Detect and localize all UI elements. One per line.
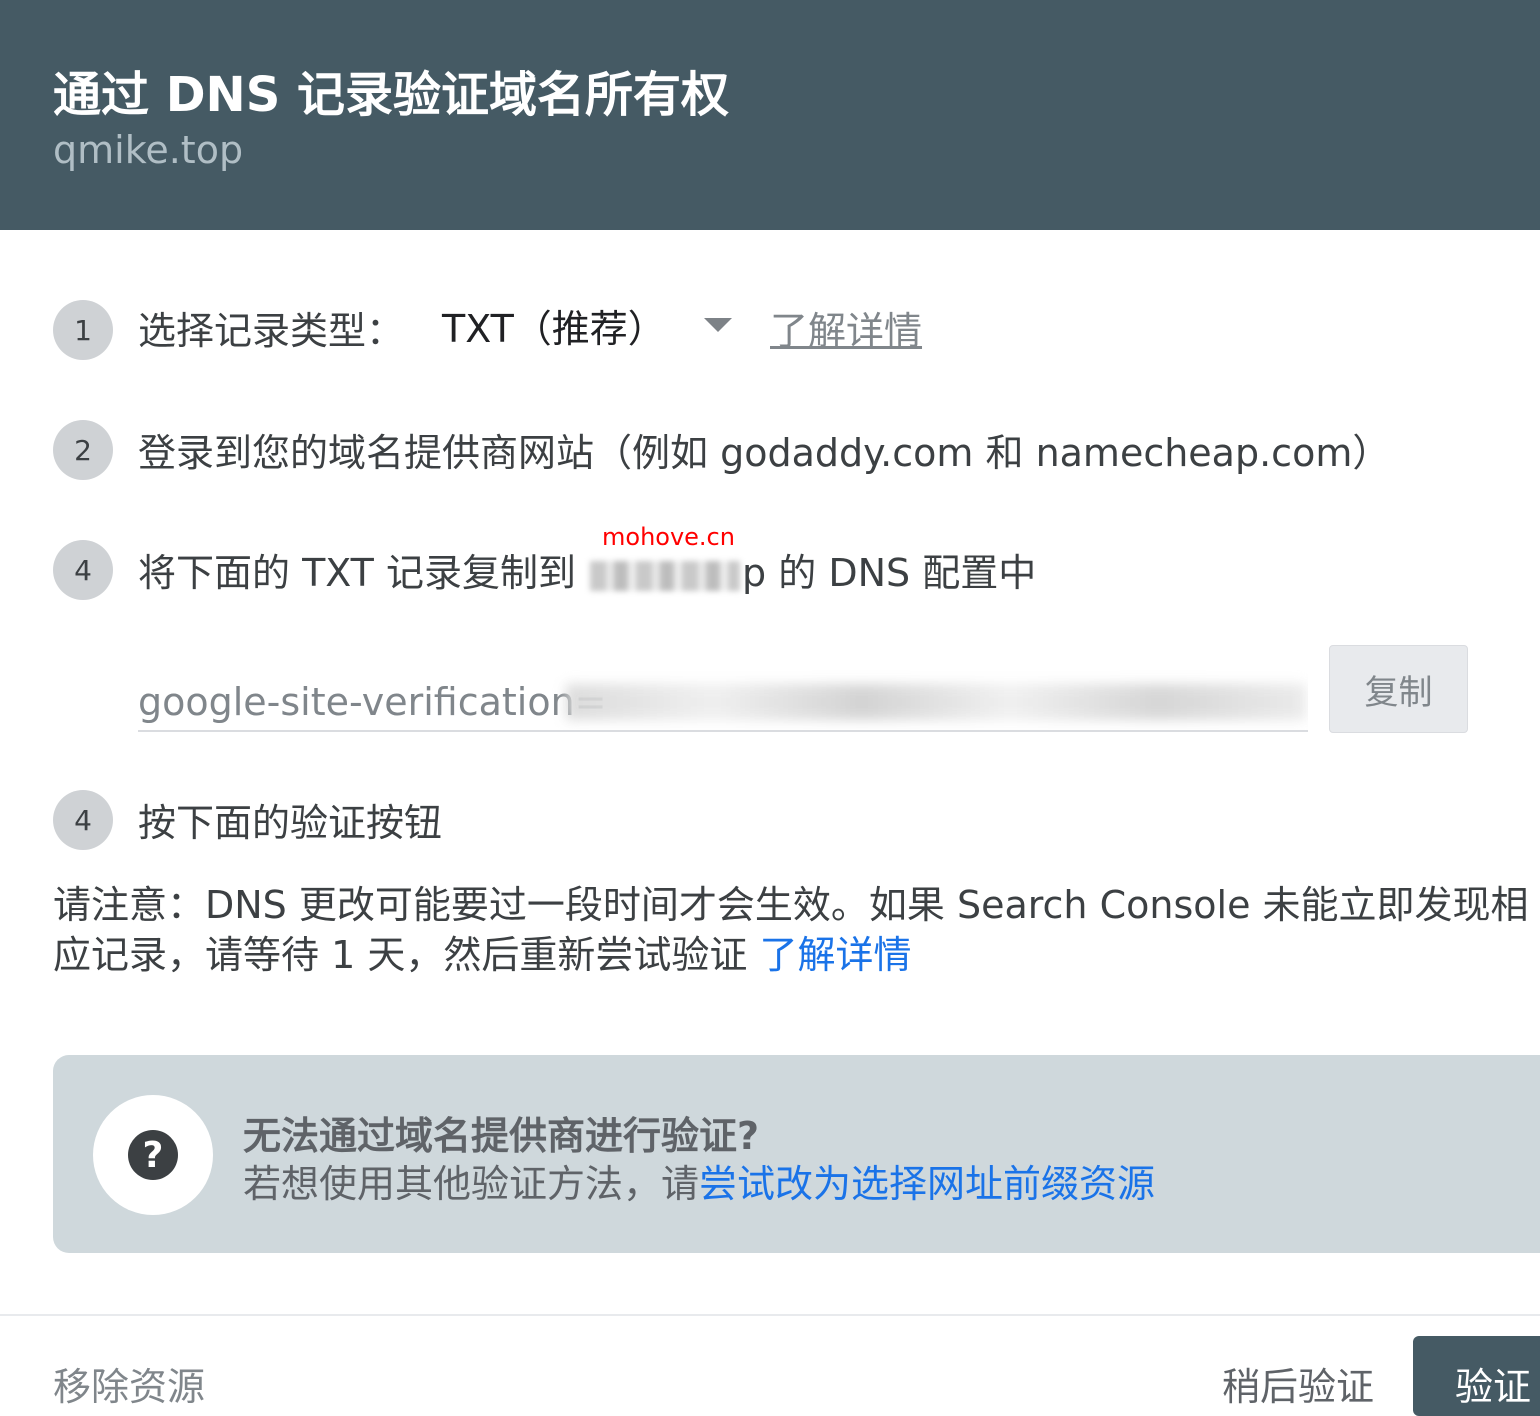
domain-subtitle: qmike.top: [53, 128, 244, 172]
watermark: mohove.cn: [602, 523, 735, 551]
step-2-label: 登录到您的域名提供商网站（例如 godaddy.com 和 namecheap.…: [138, 431, 1391, 475]
step-3-label: 将下面的 TXT 记录复制到 p 的 DNS 配置中: [138, 542, 1036, 597]
question-mark-icon: ?: [128, 1130, 178, 1180]
dns-delay-note: 请注意：DNS 更改可能要过一段时间才会生效。如果 Search Console…: [53, 880, 1540, 980]
step-4-label: 按下面的验证按钮: [138, 801, 443, 845]
step-3-label-before: 将下面的 TXT 记录复制到: [138, 551, 576, 595]
txt-record-prefix: google-site-verification=: [138, 680, 607, 724]
note-learn-more-link[interactable]: 了解详情: [759, 933, 911, 977]
url-prefix-link[interactable]: 尝试改为选择网址前缀资源: [699, 1162, 1155, 1206]
step-number-4: 4: [53, 790, 113, 850]
help-body-text: 若想使用其他验证方法，请: [243, 1162, 700, 1206]
remove-property-button[interactable]: 移除资源: [53, 1356, 205, 1411]
dialog-header: 通过 DNS 记录验证域名所有权 qmike.top: [0, 0, 1540, 230]
help-body: 若想使用其他验证方法，请尝试改为选择网址前缀资源: [243, 1153, 1155, 1208]
help-title: 无法通过域名提供商进行验证?: [243, 1114, 760, 1158]
step-number-3: 4: [53, 540, 113, 600]
step-3-label-after: p 的 DNS 配置中: [742, 551, 1037, 595]
record-type-select[interactable]: TXT（推荐）: [442, 298, 732, 352]
dropdown-caret-icon: [703, 318, 732, 332]
dialog-title: 通过 DNS 记录验证域名所有权: [53, 67, 730, 123]
help-icon-circle: ?: [93, 1095, 213, 1215]
step-number-1: 1: [53, 300, 113, 360]
verify-button[interactable]: 验证: [1413, 1336, 1540, 1416]
step-1-label: 选择记录类型：: [138, 309, 405, 353]
verify-later-button[interactable]: 稍后验证: [1222, 1356, 1374, 1411]
redacted-verification-value: [566, 684, 1306, 720]
redacted-domain: [590, 560, 741, 591]
record-type-value: TXT（推荐）: [442, 306, 666, 351]
txt-record-field[interactable]: google-site-verification=: [138, 670, 1308, 732]
dialog-footer: 移除资源 稍后验证 验证: [0, 1314, 1540, 1416]
step-number-2: 2: [53, 420, 113, 480]
copy-button[interactable]: 复制: [1329, 645, 1468, 733]
record-type-learn-more-link[interactable]: 了解详情: [770, 300, 922, 355]
help-box: ? 无法通过域名提供商进行验证? 若想使用其他验证方法，请尝试改为选择网址前缀资…: [53, 1055, 1540, 1253]
